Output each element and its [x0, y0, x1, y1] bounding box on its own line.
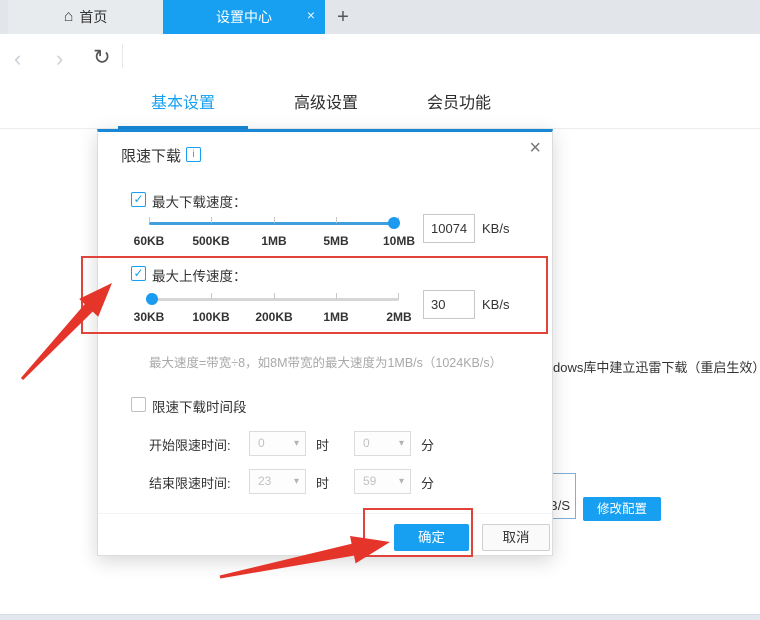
hour-unit-label: 时 [316, 435, 329, 454]
end-time-label: 结束限速时间: [149, 473, 231, 492]
start-time-label: 开始限速时间: [149, 435, 231, 454]
chevron-down-icon: ▾ [399, 470, 404, 493]
end-hour-value: 23 [258, 474, 271, 488]
download-tick-label: 60KB [119, 234, 179, 248]
schedule-checkbox[interactable] [131, 397, 146, 412]
download-tick-label: 5MB [306, 234, 366, 248]
dialog-footer-divider [98, 513, 552, 514]
browser-tab-bar: ⌂ 首页 设置中心 × + [0, 0, 760, 34]
max-download-label: 最大下载速度： [152, 191, 247, 211]
tab-home[interactable]: ⌂ 首页 [8, 0, 163, 34]
nav-bar: ‹ › ↻ [0, 34, 760, 84]
home-icon: ⌂ [64, 9, 74, 25]
start-hour-dropdown[interactable]: 0 ▾ [249, 431, 306, 456]
annotation-box-ok [363, 508, 473, 557]
app-window: ⌂ 首页 设置中心 × + ‹ › ↻ 基本设置 高级设置 会员功能 dows库… [0, 0, 760, 620]
download-tick-label: 10MB [369, 234, 429, 248]
hour-unit-label: 时 [316, 473, 329, 492]
schedule-label: 限速下载时间段 [152, 396, 247, 416]
settings-tabs: 基本设置 高级设置 会员功能 [0, 84, 760, 129]
dialog-title: 限速下载 [121, 145, 181, 166]
refresh-icon[interactable]: ↻ [93, 45, 111, 70]
tab-member-features[interactable]: 会员功能 [394, 84, 524, 129]
speed-limit-dialog: 限速下载 i × ✓ 最大下载速度： 60KB 500KB 1MB 5MB 10… [97, 129, 553, 556]
chevron-down-icon: ▾ [294, 432, 299, 455]
end-minute-dropdown[interactable]: 59 ▾ [354, 469, 411, 494]
download-speed-slider[interactable] [149, 222, 399, 225]
speed-hint-text: 最大速度=带宽÷8，如8M带宽的最大速度为1MB/s（1024KB/s） [149, 352, 502, 371]
tab-settings-label: 设置中心 [216, 7, 272, 27]
annotation-box-upload [81, 256, 548, 334]
slider-tick [274, 217, 275, 223]
download-slider-handle[interactable] [388, 217, 400, 229]
tab-advanced-settings[interactable]: 高级设置 [261, 84, 391, 129]
background-setting-text: dows库中建立迅雷下载（重启生效） [553, 357, 760, 376]
download-unit-label: KB/s [482, 221, 509, 236]
download-tick-label: 1MB [244, 234, 304, 248]
info-icon[interactable]: i [186, 147, 201, 162]
forward-icon[interactable]: › [56, 46, 63, 72]
minute-unit-label: 分 [421, 473, 434, 492]
slider-tick [336, 217, 337, 223]
download-speed-input[interactable]: 10074 [423, 214, 475, 243]
close-tab-icon[interactable]: × [307, 8, 315, 22]
start-minute-dropdown[interactable]: 0 ▾ [354, 431, 411, 456]
tab-settings-center[interactable]: 设置中心 × [163, 0, 325, 34]
nav-divider [122, 44, 123, 68]
end-hour-dropdown[interactable]: 23 ▾ [249, 469, 306, 494]
start-minute-value: 0 [363, 436, 370, 450]
slider-tick [211, 217, 212, 223]
download-tick-label: 500KB [181, 234, 241, 248]
page-footer-strip [0, 614, 760, 620]
back-icon[interactable]: ‹ [14, 46, 21, 72]
start-hour-value: 0 [258, 436, 265, 450]
tab-basic-settings[interactable]: 基本设置 [118, 84, 248, 129]
dialog-close-icon[interactable]: × [529, 138, 541, 158]
tab-home-label: 首页 [79, 7, 107, 27]
modify-config-button[interactable]: 修改配置 [583, 497, 661, 521]
cancel-button[interactable]: 取消 [482, 524, 550, 551]
max-download-checkbox[interactable]: ✓ [131, 192, 146, 207]
chevron-down-icon: ▾ [294, 470, 299, 493]
new-tab-button[interactable]: + [331, 4, 355, 30]
minute-unit-label: 分 [421, 435, 434, 454]
slider-tick [149, 217, 150, 223]
end-minute-value: 59 [363, 474, 376, 488]
chevron-down-icon: ▾ [399, 432, 404, 455]
